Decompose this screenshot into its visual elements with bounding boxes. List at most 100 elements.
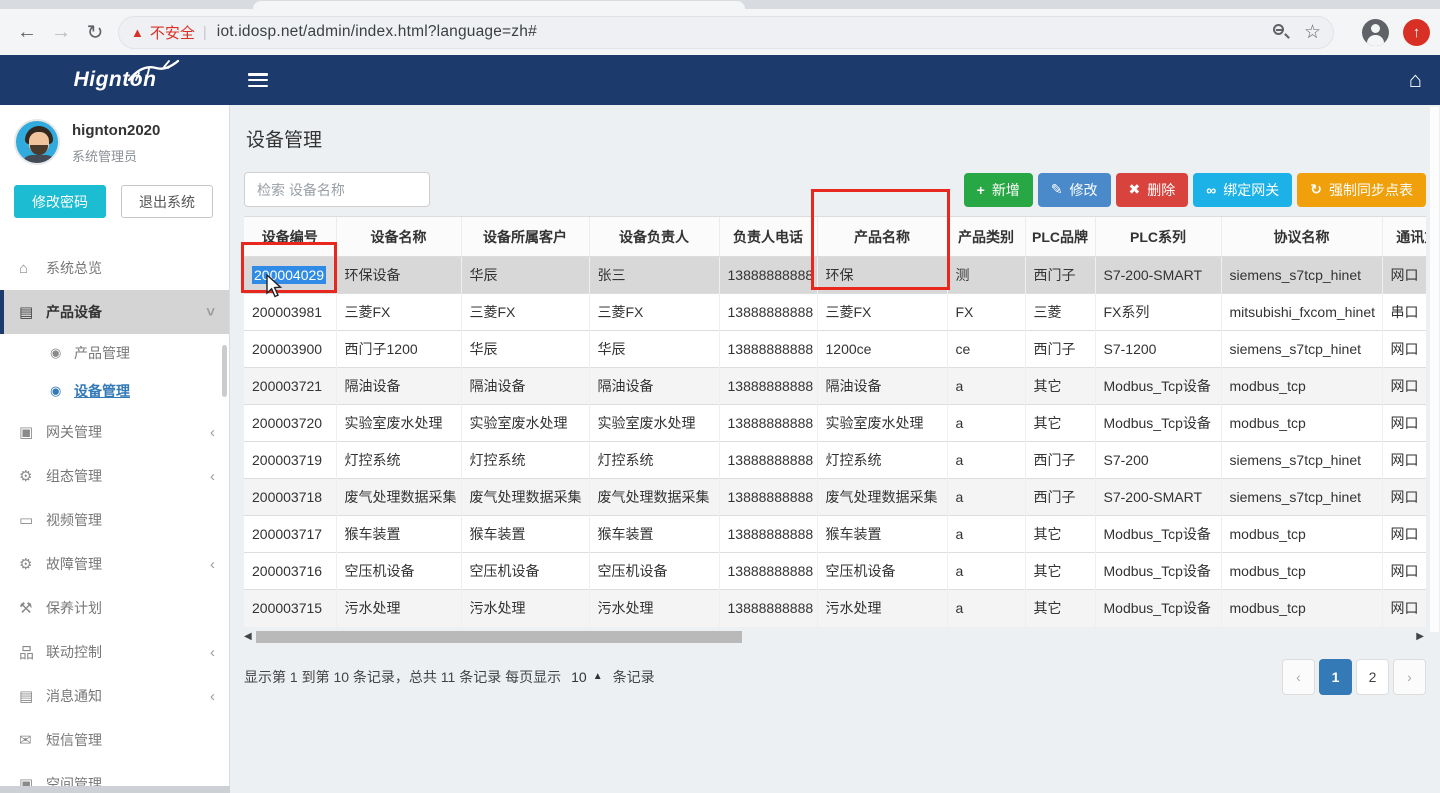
sidebar-item-系统总览[interactable]: ⌂系统总览 [0, 246, 229, 290]
cell: 200003716 [244, 553, 336, 590]
column-header-通讯方式[interactable]: 通讯方式 [1382, 217, 1426, 257]
column-header-设备名称[interactable]: 设备名称 [336, 217, 461, 257]
cell: modbus_tcp [1221, 368, 1382, 405]
toolbar-button-修改[interactable]: ✎修改 [1038, 173, 1111, 207]
sidebar-item-label: 产品设备 [46, 302, 206, 322]
sidebar-toggle-icon[interactable] [248, 73, 268, 87]
toolbar-button-绑定网关[interactable]: ∞绑定网关 [1193, 173, 1292, 207]
change-password-button[interactable]: 修改密码 [14, 185, 106, 218]
cell: Modbus_Tcp设备 [1095, 368, 1221, 405]
page-size-dropdown[interactable]: 10▲ [571, 669, 602, 685]
sidebar-item-故障管理[interactable]: ⚙故障管理‹ [0, 542, 229, 586]
pager-page-1[interactable]: 1 [1319, 659, 1352, 695]
column-header-产品名称[interactable]: 产品名称 [817, 217, 947, 257]
sidebar-item-label: 视频管理 [46, 510, 215, 530]
sidebar-item-联动控制[interactable]: 品联动控制‹ [0, 630, 229, 674]
plus-icon: + [977, 182, 985, 198]
scroll-left-icon[interactable]: ◀ [244, 631, 252, 642]
table-row[interactable]: 200003717猴车装置猴车装置猴车装置13888888888猴车装置a其它M… [244, 516, 1426, 553]
gateway-icon: ▣ [19, 423, 46, 441]
selected-device-id[interactable]: 200004029 [252, 266, 326, 284]
home-icon: ⌂ [19, 260, 46, 277]
column-header-设备负责人[interactable]: 设备负责人 [589, 217, 719, 257]
cell: 三菱FX [461, 294, 589, 331]
address-bar[interactable]: ▲ 不安全 | iot.idosp.net/admin/index.html?l… [118, 16, 1334, 49]
toolbar-button-强制同步点表[interactable]: ↻强制同步点表 [1297, 173, 1426, 207]
reload-icon[interactable]: ↻ [78, 15, 112, 49]
toolbar-button-label: 新增 [992, 180, 1020, 200]
column-header-PLC系列[interactable]: PLC系列 [1095, 217, 1221, 257]
column-header-产品类别[interactable]: 产品类别 [947, 217, 1025, 257]
search-input[interactable] [244, 172, 430, 207]
logo[interactable]: Hignton [0, 55, 230, 105]
sidebar-subitem-产品管理[interactable]: ◉产品管理 [0, 334, 229, 372]
cell: 200003981 [244, 294, 336, 331]
table-row[interactable]: 200003716空压机设备空压机设备空压机设备13888888888空压机设备… [244, 553, 1426, 590]
sidebar-item-保养计划[interactable]: ⚒保养计划 [0, 586, 229, 630]
url-text[interactable]: iot.idosp.net/admin/index.html?language=… [217, 23, 1258, 41]
table-row[interactable]: 200003718废气处理数据采集废气处理数据采集废气处理数据采集1388888… [244, 479, 1426, 516]
cell: 灯控系统 [589, 442, 719, 479]
horizontal-scrollbar[interactable]: ◀ ▶ [244, 630, 1426, 645]
toolbar-button-删除[interactable]: ✖删除 [1116, 173, 1189, 207]
back-icon[interactable]: ← [10, 15, 44, 49]
column-header-PLC品牌[interactable]: PLC品牌 [1025, 217, 1095, 257]
sidebar-item-组态管理[interactable]: ⚙组态管理‹ [0, 454, 229, 498]
pagination: ‹12› [1278, 659, 1426, 695]
cell: 西门子 [1025, 442, 1095, 479]
scrollbar-thumb[interactable] [256, 631, 742, 643]
table-row[interactable]: 200004029环保设备华辰张三13888888888环保测西门子S7-200… [244, 257, 1426, 294]
column-header-设备所属客户[interactable]: 设备所属客户 [461, 217, 589, 257]
sidebar-subitem-设备管理[interactable]: ◉设备管理 [0, 372, 229, 410]
cell: modbus_tcp [1221, 405, 1382, 442]
cell: Modbus_Tcp设备 [1095, 553, 1221, 590]
column-header-设备编号[interactable]: 设备编号 [244, 217, 336, 257]
sidebar-item-消息通知[interactable]: ▤消息通知‹ [0, 674, 229, 718]
sidebar-item-产品设备[interactable]: ▤产品设备˅ [0, 290, 229, 334]
column-header-负责人电话[interactable]: 负责人电话 [719, 217, 817, 257]
cell: S7-200-SMART [1095, 257, 1221, 294]
cell: 网口 [1382, 331, 1426, 368]
zoom-out-icon[interactable] [1272, 23, 1290, 41]
cell: 网口 [1382, 553, 1426, 590]
table-row[interactable]: 200003719灯控系统灯控系统灯控系统13888888888灯控系统a西门子… [244, 442, 1426, 479]
table-row[interactable]: 200003981三菱FX三菱FX三菱FX13888888888三菱FXFX三菱… [244, 294, 1426, 331]
table-row[interactable]: 200003900西门子1200华辰华辰138888888881200cece西… [244, 331, 1426, 368]
cell: 200003719 [244, 442, 336, 479]
home-icon[interactable]: ⌂ [1409, 67, 1422, 93]
browser-tab[interactable] [253, 1, 745, 9]
page-title: 设备管理 [246, 125, 1426, 152]
sidebar-scrollbar[interactable] [222, 345, 227, 397]
cell: 13888888888 [719, 553, 817, 590]
column-header-协议名称[interactable]: 协议名称 [1221, 217, 1382, 257]
sidebar-item-label: 组态管理 [46, 466, 210, 486]
toolbar-button-label: 强制同步点表 [1329, 180, 1413, 200]
security-warning-label[interactable]: 不安全 [150, 22, 195, 43]
logout-button[interactable]: 退出系统 [121, 185, 213, 218]
sidebar-item-视频管理[interactable]: ▭视频管理 [0, 498, 229, 542]
toolbar-button-新增[interactable]: + 新增 [964, 173, 1033, 207]
pager-page-2[interactable]: 2 [1356, 659, 1389, 695]
table-vertical-scrollbar[interactable] [1430, 107, 1439, 632]
cell: 三菱FX [589, 294, 719, 331]
sidebar-item-短信管理[interactable]: ✉短信管理 [0, 718, 229, 762]
sidebar-bottom-scrollbar[interactable] [0, 786, 230, 793]
bookmark-star-icon[interactable]: ☆ [1304, 21, 1321, 44]
sidebar-menu: ⌂系统总览▤产品设备˅◉产品管理◉设备管理▣网关管理‹⚙组态管理‹▭视频管理⚙故… [0, 246, 229, 793]
table-row[interactable]: 200003720实验室废水处理实验室废水处理实验室废水处理1388888888… [244, 405, 1426, 442]
cell: 网口 [1382, 516, 1426, 553]
cell: 其它 [1025, 553, 1095, 590]
scroll-right-icon[interactable]: ▶ [1416, 631, 1424, 642]
pager-next-button[interactable]: › [1393, 659, 1426, 695]
pager-prev-button[interactable]: ‹ [1282, 659, 1315, 695]
browser-update-icon[interactable]: ↑ [1403, 19, 1430, 46]
cell: 猴车装置 [589, 516, 719, 553]
x-icon: ✖ [1129, 181, 1141, 198]
table-row[interactable]: 200003715污水处理污水处理污水处理13888888888污水处理a其它M… [244, 590, 1426, 627]
table-row[interactable]: 200003721隔油设备隔油设备隔油设备13888888888隔油设备a其它M… [244, 368, 1426, 405]
cell: ce [947, 331, 1025, 368]
sidebar-item-网关管理[interactable]: ▣网关管理‹ [0, 410, 229, 454]
forward-icon[interactable]: → [44, 15, 78, 49]
cell: 空压机设备 [817, 553, 947, 590]
browser-profile-icon[interactable] [1362, 19, 1389, 46]
